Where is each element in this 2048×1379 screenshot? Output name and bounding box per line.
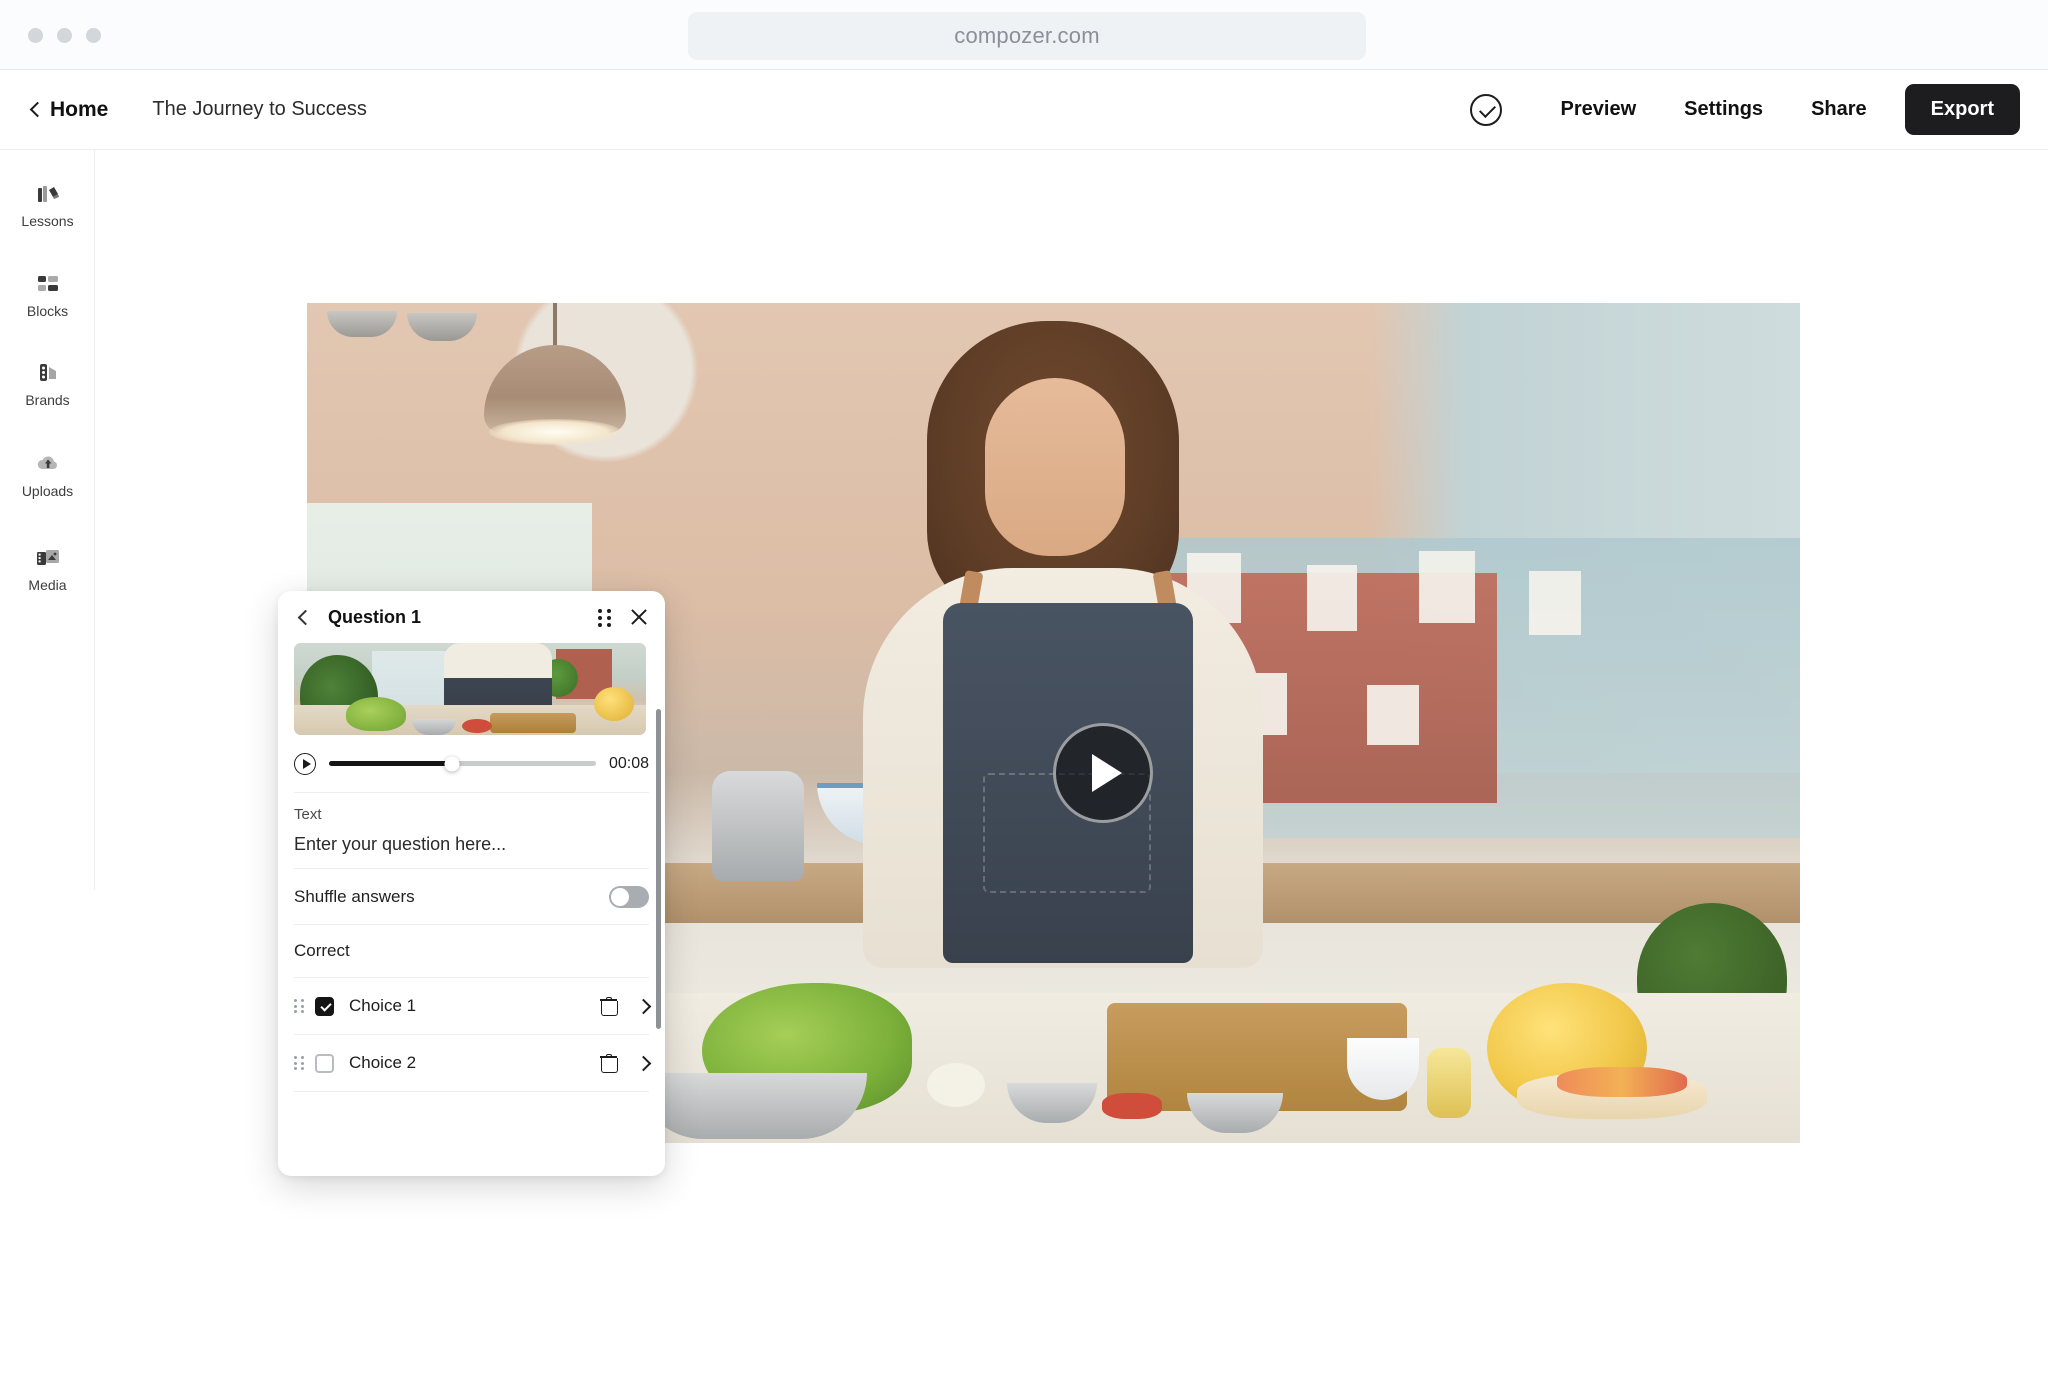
question-text-field[interactable]: Text Enter your question here...: [294, 793, 649, 869]
tomatoes: [1102, 1093, 1162, 1119]
panel-scrollbar[interactable]: [656, 709, 661, 1029]
paper-note: [1529, 571, 1581, 635]
chevron-left-icon[interactable]: [294, 606, 316, 628]
oil-bottle: [1427, 1048, 1471, 1118]
home-label: Home: [50, 98, 108, 122]
sidebar-item-label: Brands: [25, 392, 69, 408]
choice-row[interactable]: Choice 2: [294, 1035, 649, 1092]
sidebar-item-brands[interactable]: Brands: [0, 359, 95, 408]
choice-label: Choice 1: [349, 996, 416, 1016]
preview-button[interactable]: Preview: [1537, 98, 1661, 121]
minimize-window-button[interactable]: [57, 28, 72, 43]
person-face: [985, 378, 1125, 556]
chevron-right-icon[interactable]: [637, 1054, 649, 1072]
left-sidebar: Lessons Blocks Brands: [0, 150, 95, 1379]
drag-handle-icon[interactable]: [598, 609, 611, 626]
question-panel-header: Question 1: [278, 591, 665, 643]
choice-correct-checkbox[interactable]: [315, 997, 334, 1016]
choice-actions: [600, 997, 649, 1015]
scrubber-progress: [329, 761, 452, 766]
url-text: compozer.com: [954, 23, 1099, 49]
sidebar-item-label: Lessons: [21, 213, 73, 229]
check-circle-icon[interactable]: [1470, 94, 1502, 126]
drag-handle-icon[interactable]: [294, 999, 304, 1013]
play-icon: [1092, 754, 1122, 792]
close-icon[interactable]: [629, 607, 649, 627]
video-thumbnail[interactable]: [294, 643, 646, 735]
settings-button[interactable]: Settings: [1660, 98, 1787, 121]
browser-chrome: compozer.com: [0, 0, 2048, 70]
sidebar-item-label: Media: [28, 577, 66, 593]
paper-note: [1367, 685, 1419, 745]
maximize-window-button[interactable]: [86, 28, 101, 43]
sidebar-item-label: Blocks: [27, 303, 68, 319]
question-text-label: Text: [294, 806, 649, 823]
app-header: Home The Journey to Success Preview Sett…: [0, 70, 2048, 150]
drag-handle-icon[interactable]: [294, 1056, 304, 1070]
sidebar-item-blocks[interactable]: Blocks: [0, 270, 95, 319]
cloud-upload-icon: [34, 450, 61, 477]
lamp-glow: [489, 419, 621, 445]
brands-icon: [34, 359, 61, 386]
editor-canvas: Question 1: [96, 150, 2048, 1379]
choice-row[interactable]: Choice 1: [294, 978, 649, 1035]
chevron-right-icon[interactable]: [637, 997, 649, 1015]
correct-label: Correct: [294, 941, 350, 961]
paper-note: [1307, 565, 1357, 631]
export-button[interactable]: Export: [1905, 84, 2020, 135]
shuffle-answers-row: Shuffle answers: [294, 869, 649, 925]
correct-section-header: Correct: [294, 925, 649, 978]
close-window-button[interactable]: [28, 28, 43, 43]
choice-actions: [600, 1054, 649, 1072]
traffic-lights: [28, 28, 101, 43]
video-scrubber: 00:08: [294, 735, 649, 793]
document-title: The Journey to Success: [152, 98, 367, 121]
steel-bowl: [637, 1073, 867, 1139]
question-panel-body: 00:08 Text Enter your question here... S…: [278, 643, 665, 1176]
trash-lid: [606, 997, 612, 1000]
shuffle-answers-label: Shuffle answers: [294, 887, 415, 907]
sidebar-item-media[interactable]: Media: [0, 544, 95, 593]
play-button-overlay[interactable]: [1053, 723, 1153, 823]
sidebar-item-uploads[interactable]: Uploads: [0, 450, 95, 499]
sidebar-item-label: Uploads: [22, 483, 73, 499]
shuffle-answers-toggle[interactable]: [609, 886, 649, 908]
charcuterie: [1557, 1067, 1687, 1097]
url-bar[interactable]: compozer.com: [688, 12, 1366, 60]
share-button[interactable]: Share: [1787, 98, 1891, 121]
choice-correct-checkbox[interactable]: [315, 1054, 334, 1073]
question-panel-title: Question 1: [328, 607, 421, 628]
books-icon: [34, 180, 61, 207]
lamp-cord: [553, 303, 557, 351]
media-image-icon: [34, 544, 61, 571]
blocks-icon: [34, 270, 61, 297]
chevron-left-icon: [30, 101, 41, 119]
header-actions: Preview Settings Share Export: [1470, 84, 2048, 135]
scrubber-handle[interactable]: [444, 756, 459, 771]
home-link[interactable]: Home: [30, 98, 108, 122]
egg: [927, 1063, 985, 1107]
header-left: Home The Journey to Success: [0, 98, 367, 122]
thumb-squash: [594, 687, 634, 721]
sidebar-item-lessons[interactable]: Lessons: [0, 180, 95, 229]
video-duration: 00:08: [609, 755, 649, 773]
trash-icon[interactable]: [600, 997, 617, 1015]
thumb-cutting-board: [490, 713, 576, 733]
question-panel-header-actions: [598, 607, 649, 627]
thumb-lettuce: [346, 697, 406, 731]
play-circle-icon[interactable]: [294, 753, 316, 775]
thumb-tomatoes: [462, 719, 492, 733]
trash-icon[interactable]: [600, 1054, 617, 1072]
toggle-knob: [611, 888, 629, 906]
choice-label: Choice 2: [349, 1053, 416, 1073]
kettle: [712, 771, 804, 881]
question-text-input[interactable]: Enter your question here...: [294, 834, 649, 855]
trash-lid: [606, 1054, 612, 1057]
paper-note: [1419, 551, 1475, 623]
question-panel: Question 1: [278, 591, 665, 1176]
scrubber-track[interactable]: [329, 761, 596, 766]
